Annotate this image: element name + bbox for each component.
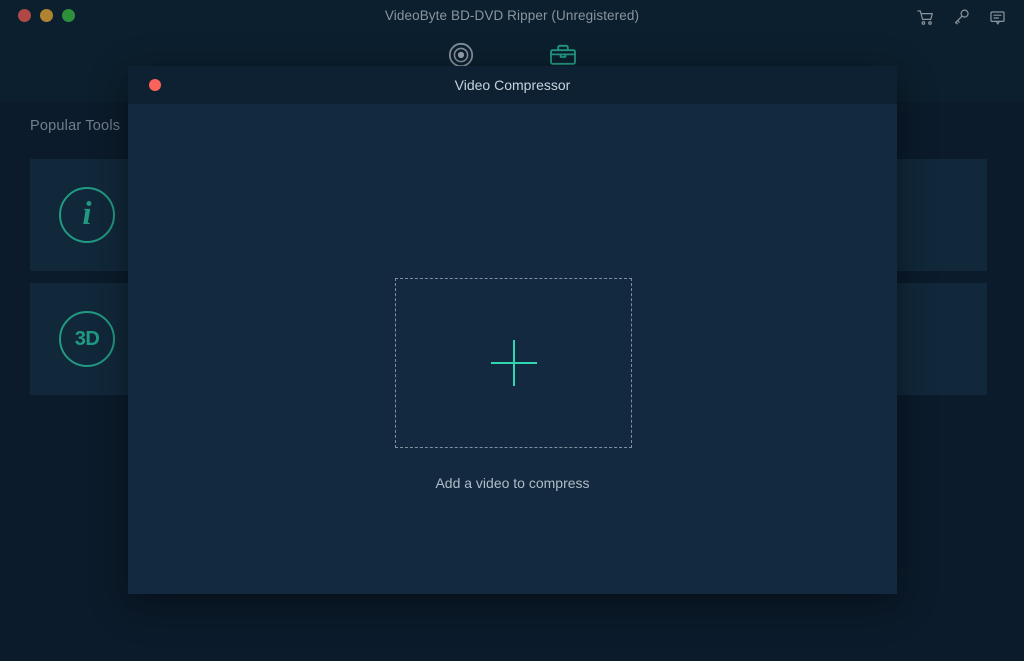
dropzone-label: Add a video to compress: [435, 475, 590, 491]
video-dropzone[interactable]: [395, 278, 632, 448]
plus-icon: [491, 340, 537, 386]
dialog-title-bar: Video Compressor: [128, 66, 897, 104]
dialog-body: Add a video to compress: [128, 104, 897, 594]
app-root: VideoByte BD-DVD Ripper (Unregistered) P…: [0, 0, 1024, 661]
dialog-title: Video Compressor: [454, 77, 571, 93]
video-compressor-dialog: Video Compressor Add a video to compress: [128, 66, 897, 594]
